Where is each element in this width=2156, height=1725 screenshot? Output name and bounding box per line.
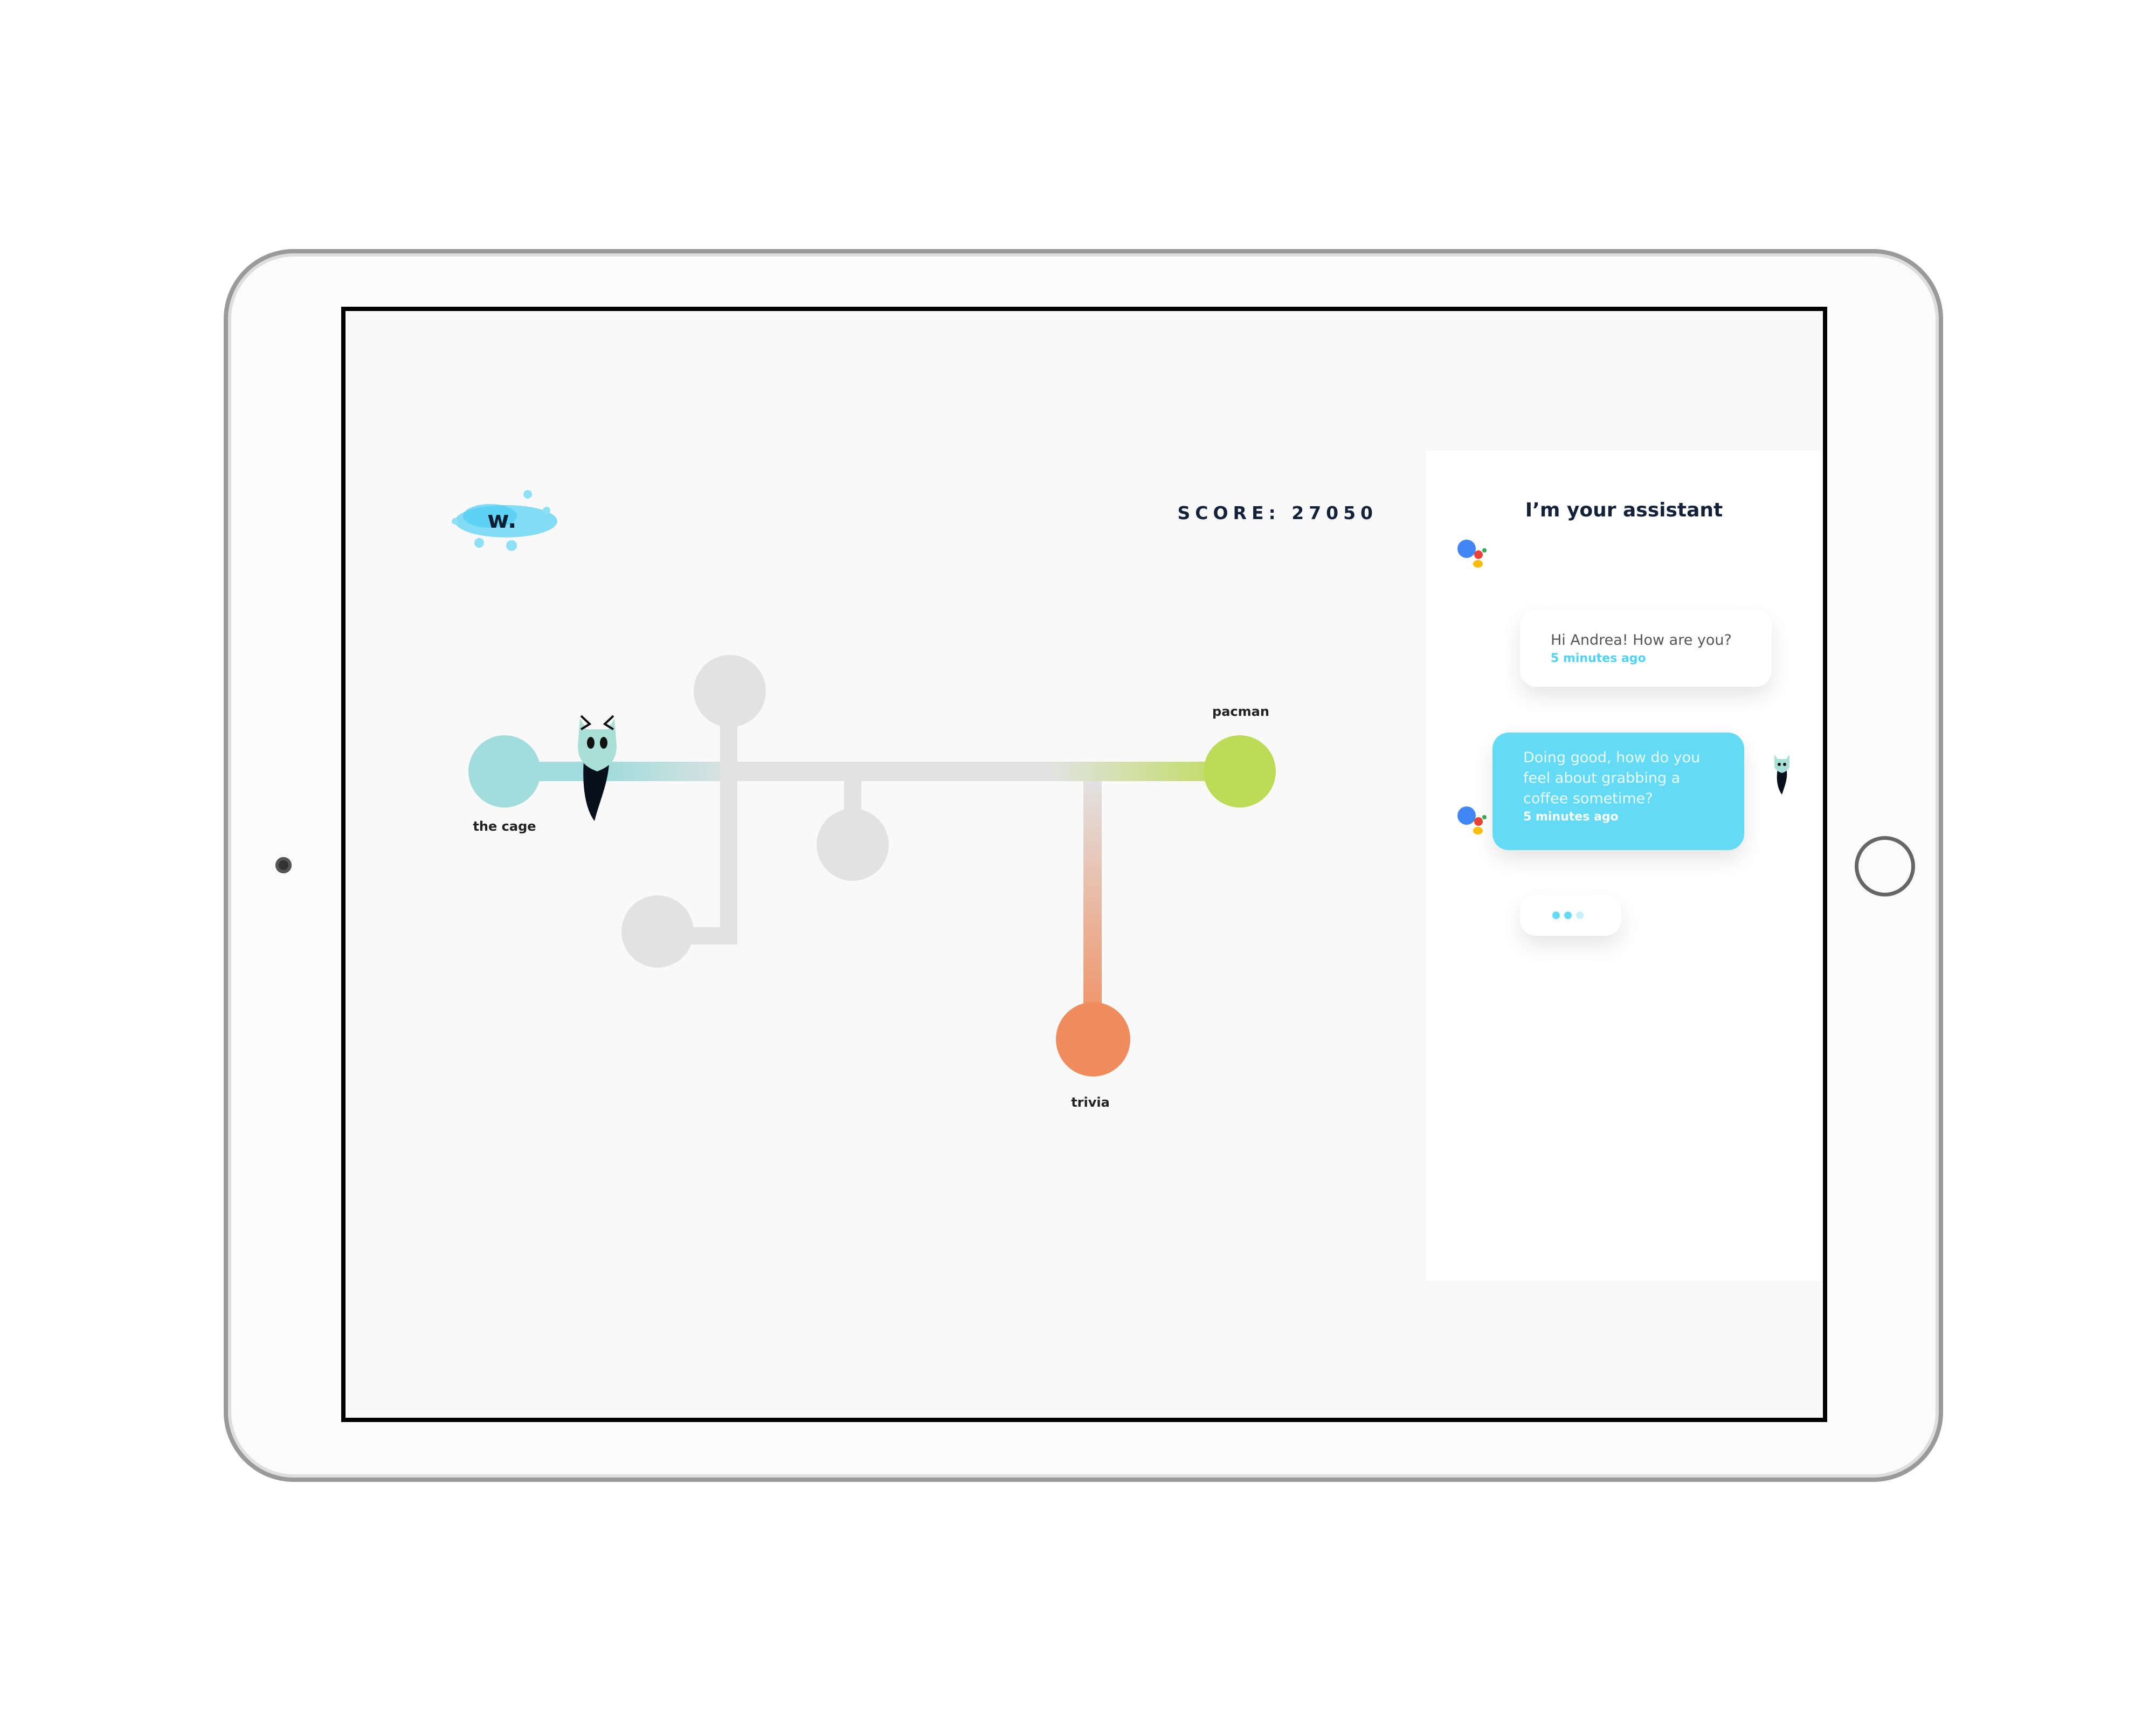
typing-indicator [1520,895,1621,936]
assistant-title: I’m your assistant [1525,499,1723,521]
user-message: Doing good, how do you feel about grabbi… [1492,733,1744,850]
locked-node[interactable] [621,895,694,968]
google-assistant-icon [1457,806,1487,834]
score-display: SCORE: 27050 [1177,502,1378,523]
message-text: Hi Andrea! How are you? [1551,632,1732,648]
node-label-trivia: trivia [1071,1095,1110,1110]
node-the-cage[interactable] [468,735,541,808]
node-pacman[interactable] [1204,735,1276,808]
logo-text: w. [487,506,517,534]
assistant-message: Hi Andrea! How are you? 5 minutes ago [1520,610,1772,687]
message-time: 5 minutes ago [1523,810,1619,824]
node-label-pacman: pacman [1212,704,1269,719]
google-assistant-icon [1457,540,1487,568]
path-stem-up [720,691,737,944]
locked-node[interactable] [694,655,766,727]
locked-node[interactable] [817,809,889,881]
front-camera [275,857,292,873]
node-label-the-cage: the cage [473,819,536,834]
user-owl-avatar-icon [1774,755,1789,795]
node-trivia[interactable] [1056,1002,1130,1077]
assistant-panel: I’m your assistant Hi Andrea! How are yo… [1426,451,1822,1281]
typing-dots-icon [1552,912,1584,919]
home-button[interactable] [1855,836,1915,896]
message-time: 5 minutes ago [1551,652,1646,665]
app-logo[interactable]: w. [447,484,564,560]
path-trivia-segment [1083,781,1102,1039]
message-text: Doing good, how do you feel about grabbi… [1523,749,1701,807]
app-screen: the cage pacman trivia w. SCORE: 27050 I… [341,307,1827,1422]
